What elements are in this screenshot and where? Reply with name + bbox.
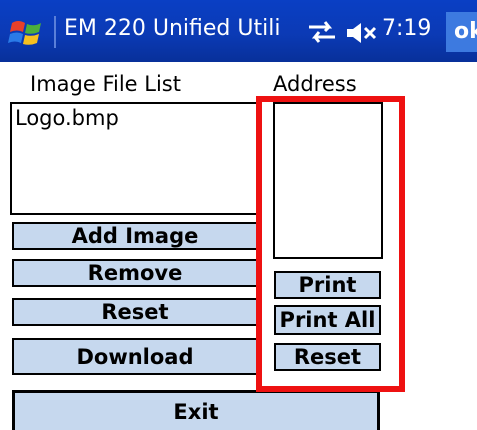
clock[interactable]: 7:19 xyxy=(382,16,431,41)
title-separator xyxy=(54,16,56,48)
connectivity-icon[interactable] xyxy=(305,18,339,46)
image-file-list[interactable]: Logo.bmp xyxy=(10,102,258,215)
reset-image-list-button[interactable]: Reset xyxy=(12,298,258,326)
print-all-button[interactable]: Print All xyxy=(274,305,381,335)
download-button[interactable]: Download xyxy=(12,338,258,375)
print-button[interactable]: Print xyxy=(274,271,381,299)
add-image-button[interactable]: Add Image xyxy=(12,222,258,250)
volume-muted-icon[interactable] xyxy=(345,20,379,46)
title-bar: EM 220 Unified Utili 7:19 ok xyxy=(0,0,477,62)
remove-button[interactable]: Remove xyxy=(12,259,258,287)
exit-button[interactable]: Exit xyxy=(12,390,380,430)
window-title: EM 220 Unified Utili xyxy=(64,16,281,41)
ok-button[interactable]: ok xyxy=(446,12,477,52)
address-list[interactable] xyxy=(273,102,383,259)
reset-address-button[interactable]: Reset xyxy=(274,343,381,371)
list-item[interactable]: Logo.bmp xyxy=(12,104,256,132)
address-label: Address xyxy=(273,72,357,96)
windows-flag-icon[interactable] xyxy=(8,17,46,49)
image-file-list-label: Image File List xyxy=(30,72,181,96)
